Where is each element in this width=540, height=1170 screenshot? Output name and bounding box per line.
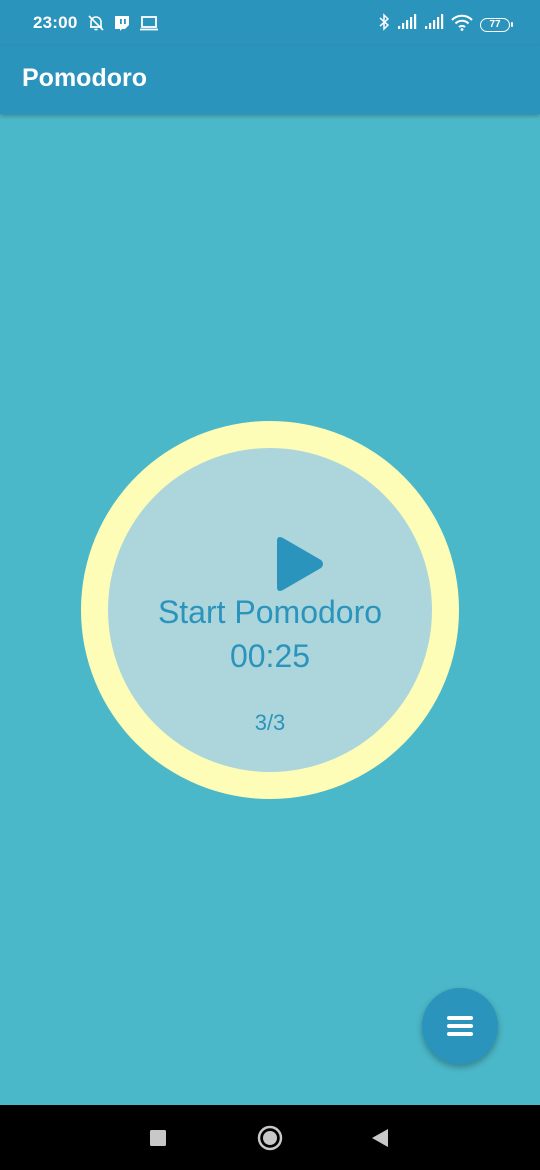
session-count: 3/3	[254, 710, 286, 735]
signal-icon	[424, 14, 444, 35]
play-icon	[273, 535, 325, 598]
bluetooth-icon	[378, 13, 390, 36]
menu-icon	[446, 1014, 474, 1043]
signal-icon	[397, 14, 417, 35]
back-icon[interactable]	[366, 1123, 396, 1153]
status-right-icons: 77	[378, 13, 513, 36]
battery-indicator: 77	[480, 17, 513, 32]
timer-inner-circle: Start Pomodoro 00:25 3/3	[108, 448, 432, 772]
wifi-icon	[451, 14, 473, 36]
home-icon[interactable]	[255, 1123, 285, 1153]
recents-icon[interactable]	[143, 1123, 173, 1153]
app-bar: Pomodoro	[0, 46, 540, 114]
pomodoro-timer-button[interactable]: Start Pomodoro 00:25 3/3	[81, 421, 459, 799]
timer-label: Start Pomodoro	[157, 594, 383, 630]
menu-button[interactable]	[422, 988, 498, 1064]
navigation-bar	[0, 1105, 540, 1170]
laptop-icon	[139, 14, 159, 37]
status-bar: 23:00 77	[0, 0, 540, 46]
bell-off-icon	[87, 14, 105, 37]
twitch-icon	[113, 14, 131, 37]
status-time: 23:00	[33, 13, 78, 32]
timer-time: 00:25	[229, 638, 311, 674]
status-left-icons	[87, 14, 159, 37]
page-title: Pomodoro	[22, 64, 147, 92]
